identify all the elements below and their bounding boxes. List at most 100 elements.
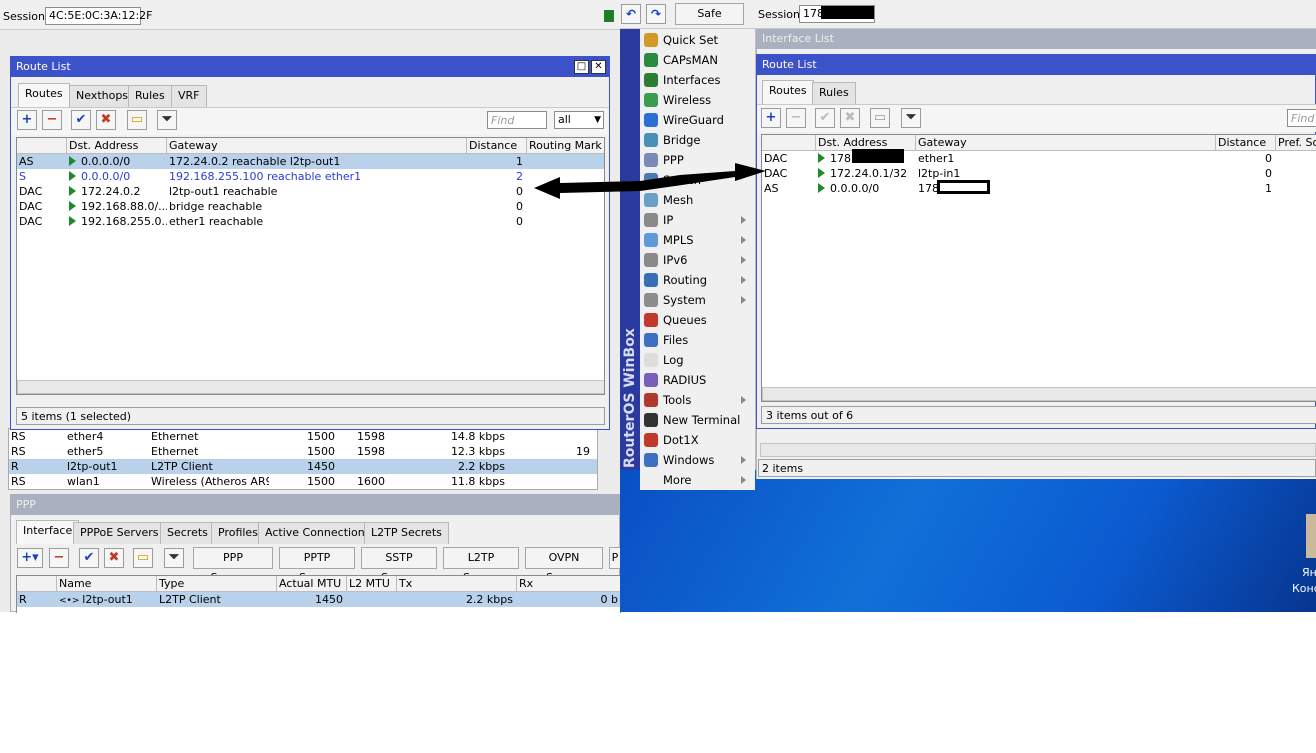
filter-icon[interactable]: ⏷	[901, 108, 921, 128]
column-header-actual-mtu[interactable]: Actual MTU	[277, 576, 347, 592]
column-header-gateway[interactable]: Gateway	[167, 138, 467, 154]
enable-icon[interactable]: ✔	[71, 110, 91, 130]
redo-icon[interactable]: ↷	[646, 4, 666, 24]
tab-routes[interactable]: Routes	[18, 83, 70, 107]
comment-icon[interactable]: ▭	[870, 108, 890, 128]
menu-item-queues[interactable]: Queues	[640, 310, 755, 330]
table-row[interactable]: AS 0.0.0.0/0 172.24.0.2 reachable l2tp-o…	[17, 154, 604, 169]
left-route-filter-select[interactable]: all ▼	[554, 111, 604, 129]
column-header-name[interactable]: Name	[57, 576, 157, 592]
menu-item-wireguard[interactable]: WireGuard	[640, 110, 755, 130]
comment-icon[interactable]: ▭	[127, 110, 147, 130]
redaction-bar	[937, 180, 990, 194]
close-icon[interactable]: ✕	[591, 60, 606, 74]
disable-icon[interactable]: ✖	[840, 108, 860, 128]
desktop-shortcut-icon[interactable]	[1306, 514, 1316, 558]
table-row[interactable]: R <•> l2tp-out1 L2TP Client 1450 2.2 kbp…	[17, 592, 620, 607]
column-header-dst[interactable]: Dst. Address	[67, 138, 167, 154]
menu-item-new-terminal[interactable]: New Terminal	[640, 410, 755, 430]
pptp-server-button[interactable]: PPTP Server	[279, 547, 355, 584]
tab-nexthops[interactable]: Nexthops	[69, 85, 136, 107]
table-row[interactable]: DAC 178 ether1 0	[762, 151, 1316, 166]
menu-item-quick-set[interactable]: Quick Set	[640, 30, 755, 50]
remove-icon[interactable]: −	[49, 548, 69, 568]
menu-item-more[interactable]: More	[640, 470, 755, 490]
tab-routes[interactable]: Routes	[762, 80, 814, 104]
enable-icon[interactable]: ✔	[79, 548, 99, 568]
column-header-rx[interactable]: Rx	[517, 576, 620, 592]
tab-profiles[interactable]: Profiles	[211, 522, 265, 544]
menu-item-wireless[interactable]: Wireless	[640, 90, 755, 110]
tab-active-connections[interactable]: Active Connections	[258, 522, 378, 544]
tab-l2tp-secrets[interactable]: L2TP Secrets	[364, 522, 449, 544]
menu-item-log[interactable]: Log	[640, 350, 755, 370]
left-route-list-titlebar[interactable]: Route List □ ✕	[11, 57, 609, 77]
tab-rules[interactable]: Rules	[812, 82, 856, 104]
column-header-distance[interactable]: Distance	[467, 138, 527, 154]
ppp-titlebar[interactable]: PPP	[11, 495, 619, 515]
menu-item-routing[interactable]: Routing	[640, 270, 755, 290]
menu-item-radius[interactable]: RADIUS	[640, 370, 755, 390]
tab-vrf[interactable]: VRF	[171, 85, 207, 107]
column-header-routing-mark[interactable]: Routing Mark	[527, 138, 604, 154]
safe-mode-button[interactable]: Safe Mode	[675, 3, 744, 40]
table-row[interactable]: RS ether4 Ethernet 1500 1598 14.8 kbps	[9, 429, 597, 444]
horizontal-scrollbar[interactable]	[17, 380, 604, 394]
tab-rules[interactable]: Rules	[128, 85, 172, 107]
interface-rate: 2.2 kbps	[457, 460, 505, 473]
column-header-type[interactable]: Type	[157, 576, 277, 592]
sstp-server-button[interactable]: SSTP Server	[361, 547, 437, 584]
filter-icon[interactable]: ⏷	[164, 548, 184, 568]
table-row[interactable]: R l2tp-out1 L2TP Client 1450 2.2 kbps	[9, 459, 597, 474]
menu-item-system[interactable]: System	[640, 290, 755, 310]
disable-icon[interactable]: ✖	[96, 110, 116, 130]
add-menu-icon[interactable]: +▾	[17, 548, 43, 568]
disable-icon[interactable]: ✖	[104, 548, 124, 568]
ovpn-server-button[interactable]: OVPN Server	[525, 547, 603, 584]
maximize-icon[interactable]: □	[574, 60, 589, 74]
menu-item-capsman[interactable]: CAPsMAN	[640, 50, 755, 70]
tab-interface[interactable]: Interface	[16, 520, 80, 544]
log-icon	[644, 353, 658, 367]
interface-list-titlebar[interactable]: Interface List	[757, 29, 1316, 49]
annotation-arrow	[534, 163, 766, 199]
horizontal-scrollbar[interactable]	[762, 387, 1316, 401]
remove-icon[interactable]: −	[786, 108, 806, 128]
l2tp-server-button[interactable]: L2TP Server	[443, 547, 519, 584]
menu-item-ip[interactable]: IP	[640, 210, 755, 230]
menu-item-interfaces[interactable]: Interfaces	[640, 70, 755, 90]
menu-item-mpls[interactable]: MPLS	[640, 230, 755, 250]
filter-icon[interactable]: ⏷	[157, 110, 177, 130]
table-row[interactable]: RS ether5 Ethernet 1500 1598 12.3 kbps 1…	[9, 444, 597, 459]
menu-item-bridge[interactable]: Bridge	[640, 130, 755, 150]
column-header-l2-mtu[interactable]: L2 MTU	[347, 576, 397, 592]
right-route-list-titlebar[interactable]: Route List	[757, 55, 1315, 75]
left-session-field[interactable]: 4C:5E:0C:3A:12:2F	[45, 7, 153, 25]
tab-secrets[interactable]: Secrets	[160, 522, 215, 544]
interface-list-scrollbar[interactable]	[760, 443, 1316, 457]
table-row[interactable]: DAC 192.168.88.0/... bridge reachable 0	[17, 199, 604, 214]
add-icon[interactable]: +	[761, 108, 781, 128]
undo-icon[interactable]: ↶	[621, 4, 641, 24]
menu-item-dot1x[interactable]: Dot1X	[640, 430, 755, 450]
remove-icon[interactable]: −	[42, 110, 62, 130]
table-row[interactable]: RS wlan1 Wireless (Atheros AR9... 1500 1…	[9, 474, 597, 489]
ppp-scanner-button[interactable]: PPP Scanner	[193, 547, 273, 584]
column-header-tx[interactable]: Tx	[397, 576, 517, 592]
table-row[interactable]: AS 0.0.0.0/0 178 1	[762, 181, 1316, 196]
tab-pppoe-servers[interactable]: PPPoE Servers	[73, 522, 166, 544]
table-row[interactable]: DAC 172.24.0.1/32 l2tp-in1 0	[762, 166, 1316, 181]
column-header-distance[interactable]: Distance	[1216, 135, 1276, 151]
add-icon[interactable]: +	[17, 110, 37, 130]
enable-icon[interactable]: ✔	[815, 108, 835, 128]
table-row[interactable]: DAC 192.168.255.0... ether1 reachable 0	[17, 214, 604, 229]
column-header-gateway[interactable]: Gateway	[916, 135, 1216, 151]
table-row[interactable]: DAC 172.24.0.2 l2tp-out1 reachable 0	[17, 184, 604, 199]
menu-item-ipv6[interactable]: IPv6	[640, 250, 755, 270]
comment-icon[interactable]: ▭	[133, 548, 153, 568]
menu-item-tools[interactable]: Tools	[640, 390, 755, 410]
column-header-pref-src[interactable]: Pref. So	[1276, 135, 1316, 151]
menu-item-files[interactable]: Files	[640, 330, 755, 350]
table-row[interactable]: S 0.0.0.0/0 192.168.255.100 reachable et…	[17, 169, 604, 184]
menu-item-windows[interactable]: Windows	[640, 450, 755, 470]
